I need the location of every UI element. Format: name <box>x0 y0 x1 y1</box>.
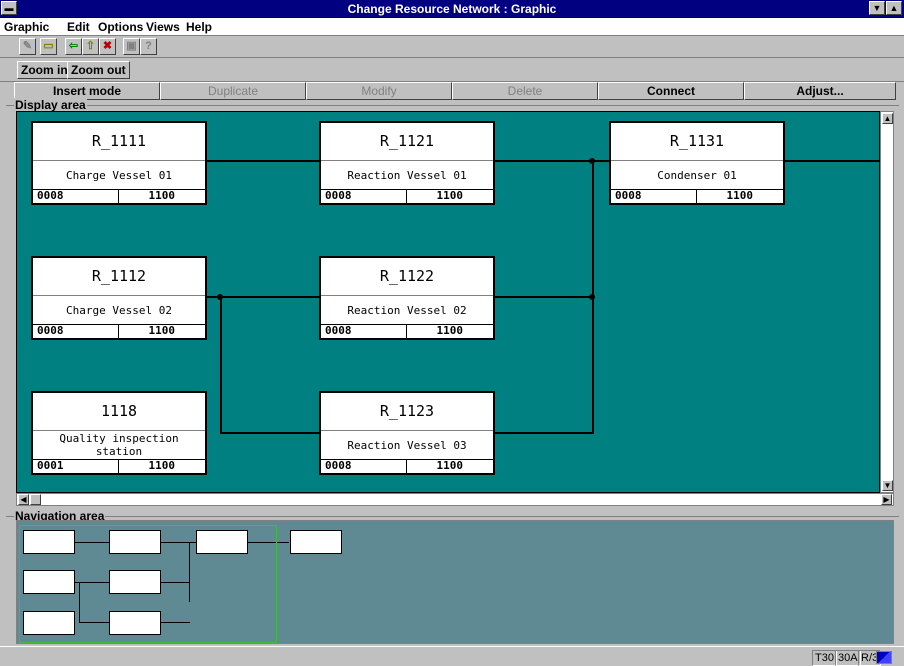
node-description: Reaction Vessel 02 <box>321 296 493 325</box>
action-bar: Insert mode Duplicate Modify Delete Conn… <box>0 82 904 100</box>
delete-button[interactable]: Delete <box>452 82 598 100</box>
status-field: T30 <box>812 650 837 666</box>
zoom-bar: Zoom in Zoom out <box>0 58 904 82</box>
mini-node <box>290 530 342 554</box>
menu-options[interactable]: Options <box>98 20 143 34</box>
node-value-1: 0001 <box>33 459 119 473</box>
adjust-button[interactable]: Adjust... <box>744 82 896 100</box>
scroll-thumb[interactable] <box>30 494 41 505</box>
node-id: 1118 <box>33 393 205 431</box>
connector <box>220 296 222 433</box>
node-value-1: 0008 <box>321 324 407 338</box>
node-id: R_1112 <box>33 258 205 296</box>
node-value-2: 1100 <box>436 324 464 337</box>
delete-x-icon[interactable]: ✖ <box>99 38 116 55</box>
node-description: Charge Vessel 01 <box>33 161 205 190</box>
node-value-1: 0008 <box>321 459 407 473</box>
duplicate-button[interactable]: Duplicate <box>160 82 306 100</box>
junction-dot <box>589 294 595 300</box>
connect-button[interactable]: Connect <box>598 82 744 100</box>
scroll-down-icon[interactable]: ▼ <box>882 480 893 491</box>
node-value-1: 0008 <box>33 189 119 203</box>
connector <box>495 432 593 434</box>
node-id: R_1131 <box>611 123 783 161</box>
minimize-icon[interactable]: ▼ <box>869 1 885 15</box>
scroll-left-icon[interactable]: ◀ <box>18 494 29 505</box>
menu-help[interactable]: Help <box>186 20 212 34</box>
sap-flag-icon <box>876 651 892 664</box>
window-title: Change Resource Network : Graphic <box>347 2 557 16</box>
node-value-1: 0008 <box>33 324 119 338</box>
node-description: Reaction Vessel 03 <box>321 431 493 460</box>
node-value-2: 1100 <box>436 189 464 202</box>
modify-button[interactable]: Modify <box>306 82 452 100</box>
zoom-out-button[interactable]: Zoom out <box>67 61 130 79</box>
resource-node[interactable]: R_1111 Charge Vessel 01 0008 1100 <box>31 121 207 205</box>
resource-node[interactable]: R_1121 Reaction Vessel 01 0008 1100 <box>319 121 495 205</box>
back-arrow-icon[interactable]: ⇦ <box>65 38 82 55</box>
node-description: Condenser 01 <box>611 161 783 190</box>
node-description: Charge Vessel 02 <box>33 296 205 325</box>
status-bar: T30 30A R/3 <box>0 646 904 666</box>
scroll-right-icon[interactable]: ▶ <box>881 494 892 505</box>
navigation-overview[interactable] <box>16 520 894 644</box>
open-folder-icon[interactable]: ▭ <box>40 38 57 55</box>
connector <box>207 160 319 162</box>
navigation-area-divider <box>6 516 899 517</box>
node-id: R_1111 <box>33 123 205 161</box>
node-value-2: 1100 <box>436 459 464 472</box>
display-canvas[interactable]: R_1111 Charge Vessel 01 0008 1100 R_1121… <box>16 111 880 493</box>
resource-node[interactable]: R_1112 Charge Vessel 02 0008 1100 <box>31 256 207 340</box>
menu-bar: Graphic Edit Options Views Help <box>0 18 904 36</box>
zoom-page-icon[interactable]: ▣ <box>123 38 140 55</box>
node-value-2: 1100 <box>148 189 176 202</box>
pencil-icon[interactable]: ✎ <box>19 38 36 55</box>
toolbar: ✎ ▭ ⇦ ⇧ ✖ ▣ ? <box>0 36 904 58</box>
help-icon[interactable]: ? <box>140 38 157 55</box>
junction-dot <box>589 158 595 164</box>
connector <box>220 432 319 434</box>
node-id: R_1123 <box>321 393 493 431</box>
status-field: 30A <box>835 650 861 666</box>
node-value-1: 0008 <box>611 189 697 203</box>
scroll-up-icon[interactable]: ▲ <box>882 113 893 124</box>
connector <box>207 296 319 298</box>
node-value-2: 1100 <box>726 189 754 202</box>
resource-node[interactable]: 1118 Quality inspection station 0001 110… <box>31 391 207 475</box>
node-value-1: 0008 <box>321 189 407 203</box>
title-bar: ▬ Change Resource Network : Graphic ▼ ▲ <box>0 0 904 18</box>
up-arrow-icon[interactable]: ⇧ <box>82 38 99 55</box>
menu-graphic[interactable]: Graphic <box>4 20 49 34</box>
connector <box>495 296 593 298</box>
maximize-icon[interactable]: ▲ <box>886 1 902 15</box>
junction-dot <box>217 294 223 300</box>
node-description: Quality inspection station <box>33 431 205 460</box>
node-id: R_1121 <box>321 123 493 161</box>
display-area-label: Display area <box>14 98 87 112</box>
node-value-2: 1100 <box>148 459 176 472</box>
zoom-in-button[interactable]: Zoom in <box>17 61 72 79</box>
horizontal-scrollbar[interactable]: ◀ ▶ <box>16 493 894 506</box>
navigation-viewport[interactable] <box>19 525 277 643</box>
resource-node[interactable]: R_1122 Reaction Vessel 02 0008 1100 <box>319 256 495 340</box>
display-area-divider <box>6 105 899 106</box>
node-id: R_1122 <box>321 258 493 296</box>
connector <box>783 160 879 162</box>
menu-views[interactable]: Views <box>146 20 180 34</box>
node-value-2: 1100 <box>148 324 176 337</box>
resource-node[interactable]: R_1131 Condenser 01 0008 1100 <box>609 121 785 205</box>
menu-edit[interactable]: Edit <box>67 20 90 34</box>
node-description: Reaction Vessel 01 <box>321 161 493 190</box>
resource-node[interactable]: R_1123 Reaction Vessel 03 0008 1100 <box>319 391 495 475</box>
vertical-scrollbar[interactable]: ▲ ▼ <box>880 111 894 493</box>
